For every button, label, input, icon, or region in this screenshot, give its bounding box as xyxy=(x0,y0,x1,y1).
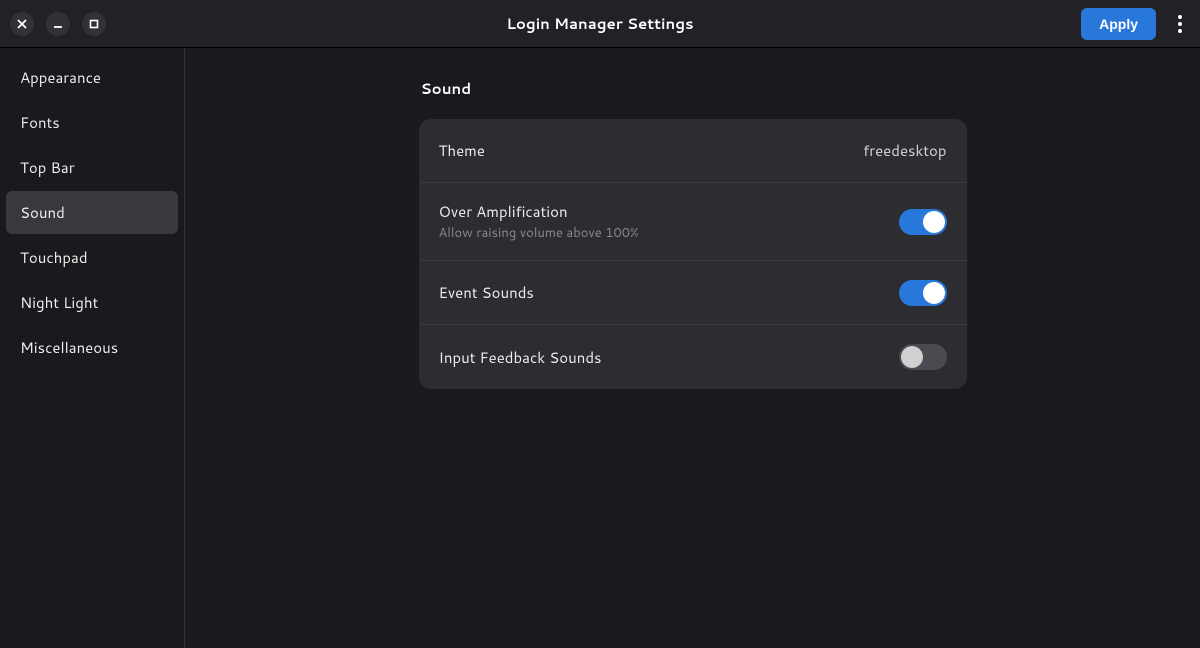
sidebar-item-label: Fonts xyxy=(20,112,60,133)
minimize-icon[interactable] xyxy=(46,12,70,36)
apply-button[interactable]: Apply xyxy=(1081,8,1156,40)
close-icon[interactable] xyxy=(10,12,34,36)
event-sounds-row: Event Sounds xyxy=(419,261,967,325)
over-amplification-toggle[interactable] xyxy=(899,209,947,235)
event-sounds-toggle[interactable] xyxy=(899,280,947,306)
toggle-knob xyxy=(901,346,923,368)
kebab-menu-icon[interactable] xyxy=(1170,9,1190,39)
section-title: Sound xyxy=(421,78,967,99)
sidebar-item-night-light[interactable]: Night Light xyxy=(6,281,178,324)
sidebar-item-appearance[interactable]: Appearance xyxy=(6,56,178,99)
sidebar-item-top-bar[interactable]: Top Bar xyxy=(6,146,178,189)
maximize-icon[interactable] xyxy=(82,12,106,36)
sidebar-item-miscellaneous[interactable]: Miscellaneous xyxy=(6,326,178,369)
row-subtitle: Allow raising volume above 100% xyxy=(439,224,639,242)
sidebar-item-touchpad[interactable]: Touchpad xyxy=(6,236,178,279)
sidebar-item-label: Sound xyxy=(20,202,65,223)
over-amplification-row: Over Amplification Allow raising volume … xyxy=(419,183,967,261)
window-title: Login Manager Settings xyxy=(506,13,693,34)
input-feedback-sounds-row: Input Feedback Sounds xyxy=(419,325,967,389)
toggle-knob xyxy=(923,282,945,304)
settings-card: Theme freedesktop Over Amplification All… xyxy=(419,119,967,389)
row-label: Theme xyxy=(439,140,485,161)
row-label: Event Sounds xyxy=(439,282,534,303)
row-label: Over Amplification xyxy=(439,201,639,222)
main-panel: Sound Theme freedesktop Over Amplificati… xyxy=(185,48,1200,648)
sidebar-item-fonts[interactable]: Fonts xyxy=(6,101,178,144)
sidebar-item-sound[interactable]: Sound xyxy=(6,191,178,234)
sidebar-item-label: Touchpad xyxy=(20,247,88,268)
sidebar-item-label: Top Bar xyxy=(20,157,75,178)
row-label: Input Feedback Sounds xyxy=(439,347,602,368)
toggle-knob xyxy=(923,211,945,233)
header-actions: Apply xyxy=(1081,8,1190,40)
window-controls xyxy=(10,12,106,36)
sidebar-item-label: Miscellaneous xyxy=(20,337,118,358)
sidebar: Appearance Fonts Top Bar Sound Touchpad … xyxy=(0,48,185,648)
header-bar: Login Manager Settings Apply xyxy=(0,0,1200,48)
theme-value: freedesktop xyxy=(863,140,946,161)
sidebar-item-label: Night Light xyxy=(20,292,98,313)
sidebar-item-label: Appearance xyxy=(20,67,101,88)
theme-row[interactable]: Theme freedesktop xyxy=(419,119,967,183)
input-feedback-sounds-toggle[interactable] xyxy=(899,344,947,370)
